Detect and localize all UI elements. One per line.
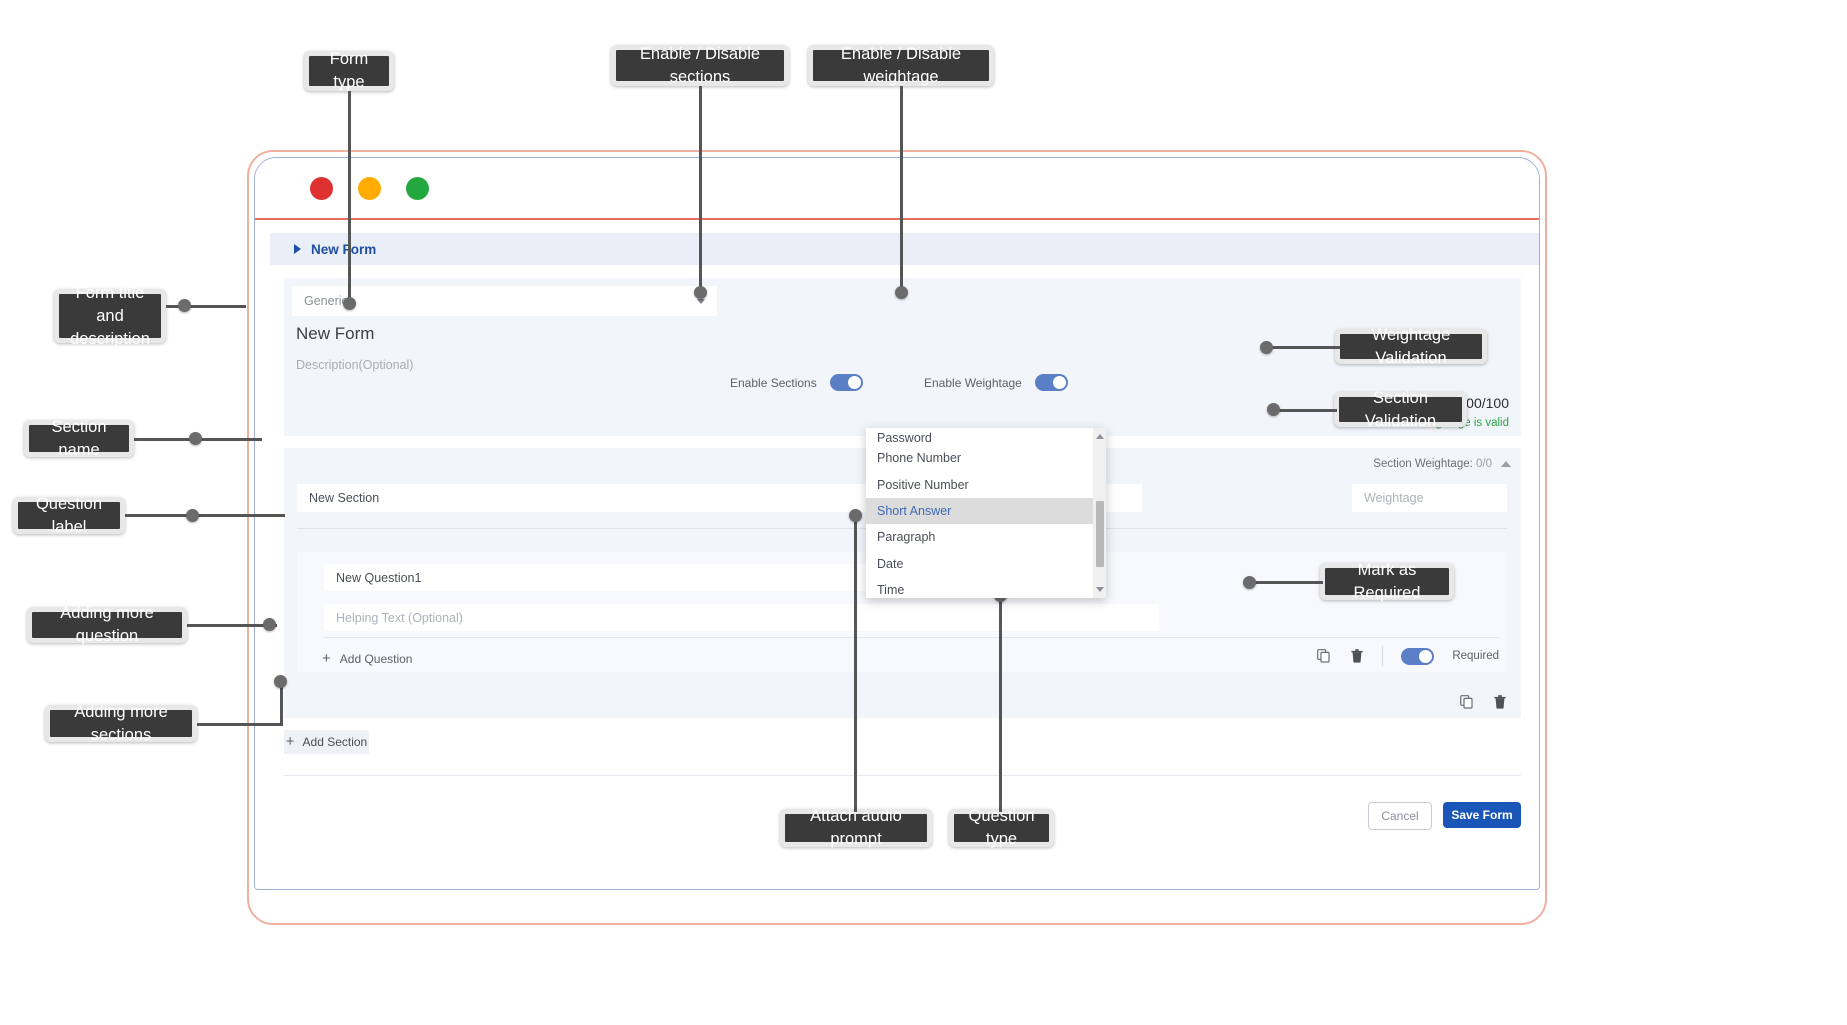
required-label: Required [1452, 650, 1499, 662]
callout-adding-more-question: Adding more question [27, 607, 187, 643]
enable-weightage-label: Enable Weightage [924, 376, 1022, 390]
leader-dot [1267, 403, 1280, 416]
callout-form-title-description: Form title and description [54, 289, 166, 343]
dropdown-option-phone-number[interactable]: Phone Number [866, 445, 1106, 471]
leader-dot [694, 286, 707, 299]
leader-question-label [125, 514, 285, 517]
delete-question-icon[interactable] [1349, 648, 1364, 664]
dropdown-option-short-answer[interactable]: Short Answer [866, 498, 1106, 524]
plus-icon: + [322, 653, 331, 665]
leader-dot [343, 297, 356, 310]
add-section-button[interactable]: + Add Section [284, 730, 369, 754]
cancel-button[interactable]: Cancel [1368, 802, 1432, 830]
leader-mark-required [1248, 581, 1323, 584]
question-divider [324, 637, 1499, 638]
maximize-window-button[interactable] [406, 177, 429, 200]
leader-enable-sections [699, 86, 702, 292]
callout-mark-as-required: Mark as Required [1320, 563, 1454, 600]
leader-weightage-validation [1265, 346, 1340, 349]
duplicate-question-icon[interactable] [1316, 648, 1331, 664]
callout-weightage-validation: Weightage Validation [1335, 329, 1487, 364]
action-separator [1382, 646, 1383, 666]
leader-enable-weightage [900, 86, 903, 292]
dropdown-option-password[interactable]: Password [866, 428, 1106, 445]
breadcrumb[interactable]: New Form [270, 233, 1539, 265]
enable-weightage-switch[interactable] [1035, 374, 1068, 391]
chevron-right-icon [294, 244, 301, 254]
leader-add-section-h [197, 723, 283, 726]
switch-knob [848, 376, 861, 389]
leader-dot [895, 286, 908, 299]
switch-knob [1419, 650, 1432, 663]
footer-buttons: Cancel Save Form [1368, 802, 1521, 830]
minimize-window-button[interactable] [358, 177, 381, 200]
callout-adding-more-sections: Adding more sections [45, 705, 197, 742]
chevron-up-icon[interactable] [1501, 461, 1511, 467]
leader-question-type [999, 596, 1002, 812]
callout-section-validation: Section Validation [1334, 392, 1467, 427]
leader-dot [1243, 576, 1256, 589]
window-titlebar [255, 158, 1539, 218]
leader-dot [849, 509, 862, 522]
callout-question-label: Question label [13, 497, 125, 534]
question-actions: Required [1316, 646, 1499, 666]
leader-dot [189, 432, 202, 445]
dropdown-option-time[interactable]: Time [866, 577, 1106, 598]
enable-sections-toggle-group[interactable]: Enable Sections [730, 374, 863, 391]
delete-section-icon[interactable] [1492, 694, 1507, 710]
section-weightage-input[interactable]: Weightage [1352, 484, 1507, 512]
add-question-button[interactable]: + Add Question [322, 652, 412, 666]
section-weightage-label: Section Weightage: [1373, 458, 1476, 470]
callout-question-type: Question type [949, 809, 1054, 847]
callout-enable-disable-weightage: Enable / Disable weightage [808, 45, 994, 86]
dropdown-option-date[interactable]: Date [866, 551, 1106, 577]
question-type-dropdown[interactable]: Password Phone Number Positive Number Sh… [866, 428, 1106, 598]
callout-section-name: Section name [24, 420, 134, 457]
callout-enable-disable-sections: Enable / Disable sections [611, 45, 789, 86]
section-weightage-text: Section Weightage: 0/0 [1373, 458, 1492, 470]
section-actions [1459, 694, 1507, 710]
form-description-input[interactable]: Description(Optional) [296, 358, 413, 372]
dropdown-scrollbar[interactable] [1093, 428, 1106, 598]
chevron-down-icon [697, 299, 705, 304]
scroll-down-icon[interactable] [1093, 583, 1106, 596]
leader-dot [178, 299, 191, 312]
switch-knob [1053, 376, 1066, 389]
enable-sections-switch[interactable] [830, 374, 863, 391]
add-section-label: Add Section [303, 735, 368, 749]
section-weightage-value: 0/0 [1476, 458, 1492, 470]
helping-text-input[interactable]: Helping Text (Optional) [324, 604, 1159, 631]
plus-icon: + [286, 736, 295, 748]
enable-sections-label: Enable Sections [730, 376, 817, 390]
dropdown-option-positive-number[interactable]: Positive Number [866, 471, 1106, 497]
form-type-value: Generic [304, 294, 348, 308]
footer-divider [284, 775, 1521, 776]
scroll-up-icon[interactable] [1093, 430, 1106, 443]
question-label-input[interactable]: New Question1 [324, 564, 884, 591]
save-form-button[interactable]: Save Form [1443, 802, 1521, 828]
leader-dot [186, 509, 199, 522]
breadcrumb-label: New Form [311, 242, 376, 257]
leader-section-validation [1272, 409, 1337, 412]
leader-form-type [348, 91, 351, 303]
section-weightage-status: Section Weightage: 0/0 [1373, 458, 1511, 470]
form-title-input[interactable]: New Form [296, 324, 374, 344]
required-switch[interactable] [1401, 648, 1434, 665]
add-question-label: Add Question [340, 652, 413, 666]
dropdown-option-paragraph[interactable]: Paragraph [866, 524, 1106, 550]
leader-dot [263, 618, 276, 631]
callout-attach-audio-prompt: Attach audio prompt [780, 809, 932, 847]
leader-dot [1260, 341, 1273, 354]
scrollbar-thumb[interactable] [1096, 501, 1104, 567]
callout-form-type: Form type [304, 51, 394, 91]
leader-dot [274, 675, 287, 688]
duplicate-section-icon[interactable] [1459, 694, 1474, 710]
leader-audio [854, 516, 857, 812]
close-window-button[interactable] [310, 177, 333, 200]
enable-weightage-toggle-group[interactable]: Enable Weightage [924, 374, 1068, 391]
